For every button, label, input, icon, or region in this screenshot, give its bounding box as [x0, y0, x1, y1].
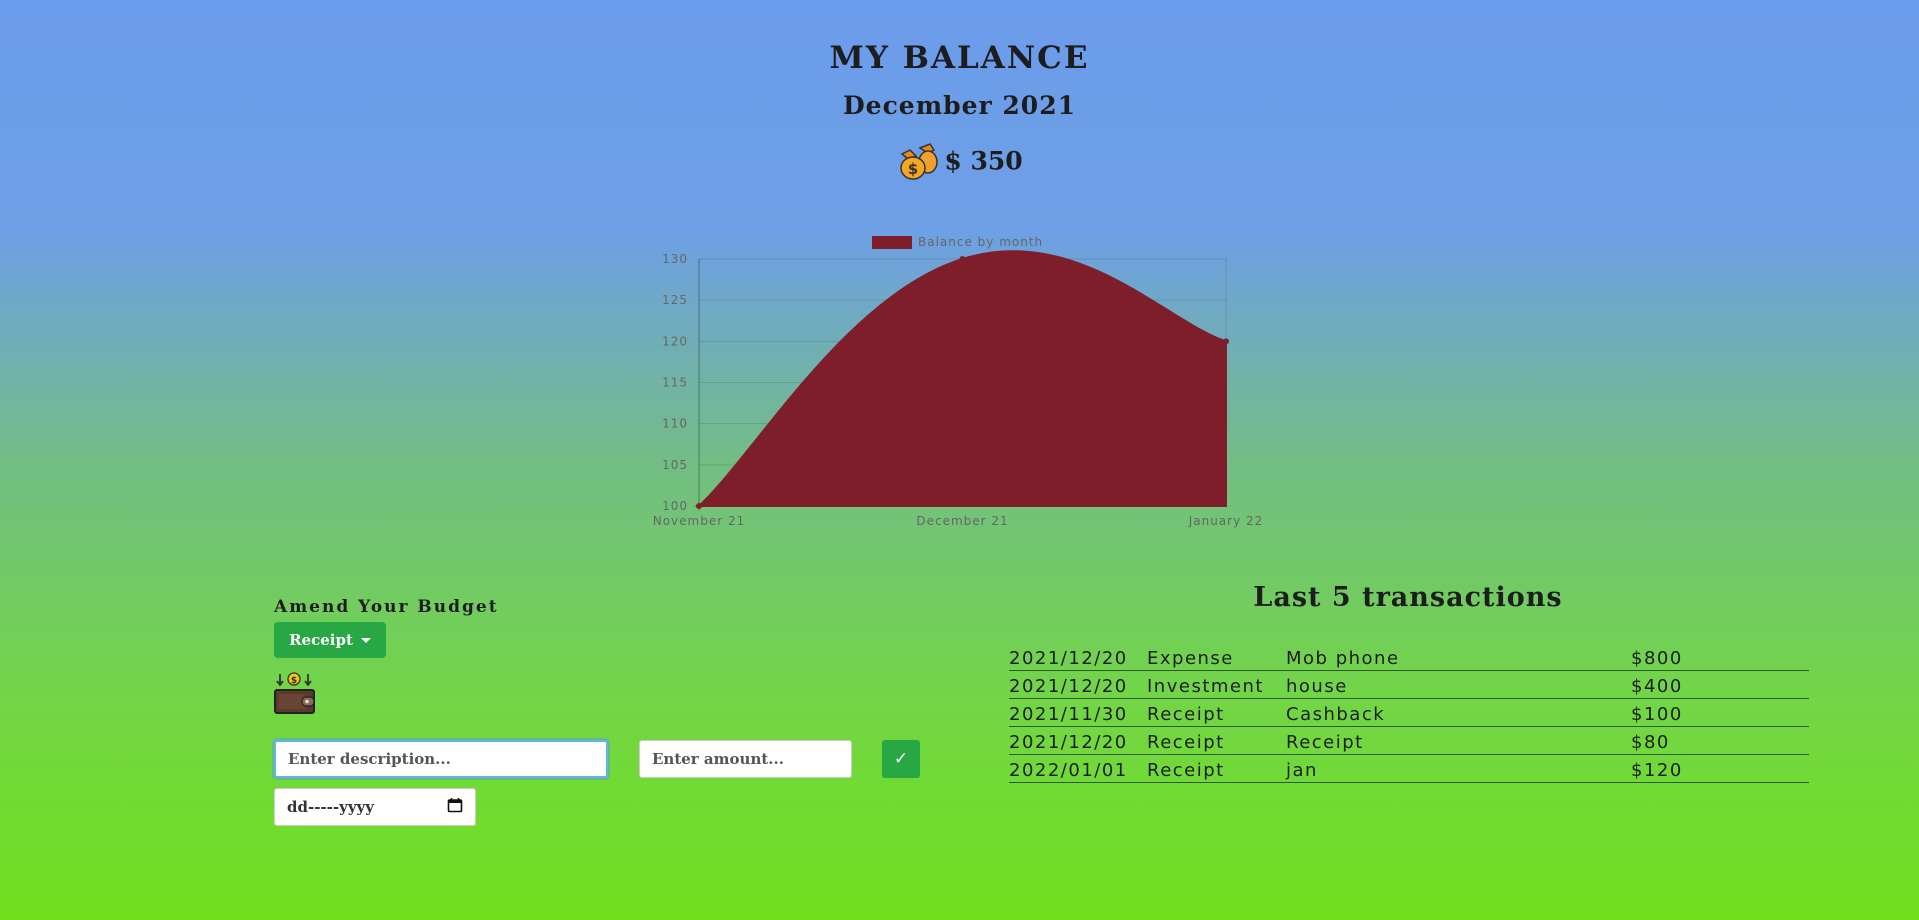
date-placeholder: dd-----yyyy	[287, 798, 374, 816]
y-tick-label: 125	[662, 293, 688, 307]
money-bags-icon: $	[896, 140, 939, 186]
table-row: 2021/12/20 Expense Mob phone $800	[1009, 643, 1809, 671]
transaction-type-label: Receipt	[289, 631, 353, 649]
balance-amount: $ 350	[944, 146, 1023, 176]
date-input[interactable]: dd-----yyyy	[274, 788, 476, 826]
current-month: December 2021	[842, 91, 1076, 120]
tx-type: Expense	[1147, 643, 1286, 671]
transactions-title: Last 5 transactions	[1253, 582, 1563, 613]
amend-budget-title: Amend Your Budget	[274, 597, 499, 617]
x-tick-label: November 21	[653, 514, 746, 528]
tx-amount: $800	[1631, 643, 1809, 671]
tx-type: Investment	[1147, 670, 1286, 699]
series-area	[696, 250, 1227, 507]
tx-date: 2022/01/01	[1009, 754, 1147, 783]
tx-description: Cashback	[1286, 698, 1631, 727]
y-tick-label: 115	[662, 376, 688, 390]
tx-description: Mob phone	[1286, 643, 1631, 671]
amount-input[interactable]	[639, 740, 852, 778]
tx-amount: $100	[1631, 698, 1809, 727]
table-row: 2022/01/01 Receipt jan $120	[1009, 754, 1809, 783]
y-tick-label: 120	[662, 334, 688, 348]
table-row: 2021/12/20 Receipt Receipt $80	[1009, 726, 1809, 755]
tx-type: Receipt	[1147, 754, 1286, 783]
x-tick-label: December 21	[916, 514, 1008, 528]
tx-description: house	[1286, 670, 1631, 699]
y-tick-label: 105	[662, 458, 688, 472]
data-point	[696, 503, 702, 509]
data-point	[959, 256, 966, 262]
legend-swatch	[872, 236, 912, 249]
y-tick-label: 100	[662, 499, 688, 513]
transaction-type-dropdown[interactable]: Receipt	[274, 622, 386, 658]
x-tick-label: January 22	[1188, 514, 1264, 528]
transactions-table: 2021/12/20 Expense Mob phone $800 2021/1…	[1009, 643, 1809, 783]
balance-display: $ $ 350	[0, 140, 1919, 186]
tx-date: 2021/12/20	[1009, 726, 1147, 755]
table-row: 2021/12/20 Investment house $400	[1009, 670, 1809, 699]
tx-date: 2021/12/20	[1009, 670, 1147, 699]
page-title: MY BALANCE	[829, 40, 1090, 76]
tx-amount: $80	[1631, 726, 1809, 755]
tx-type: Receipt	[1147, 726, 1286, 755]
data-point	[1223, 338, 1229, 345]
tx-amount: $400	[1631, 670, 1809, 699]
svg-text:$: $	[291, 676, 297, 686]
balance-chart: Balance by month 100 105 110 115 120 125 130 No…	[653, 235, 1264, 528]
tx-amount: $120	[1631, 754, 1809, 783]
description-input[interactable]	[274, 740, 608, 778]
tx-type: Receipt	[1147, 698, 1286, 727]
caret-down-icon	[360, 637, 371, 643]
table-row: 2021/11/30 Receipt Cashback $100	[1009, 698, 1809, 727]
submit-button[interactable]: ✓	[882, 740, 920, 778]
tx-description: jan	[1286, 754, 1631, 783]
tx-date: 2021/11/30	[1009, 698, 1147, 727]
tx-description: Receipt	[1286, 726, 1631, 755]
calendar-icon[interactable]	[447, 797, 463, 817]
legend-label: Balance by month	[918, 235, 1043, 249]
wallet-icon: $	[274, 672, 316, 720]
y-tick-label: 110	[662, 417, 688, 431]
tx-date: 2021/12/20	[1009, 643, 1147, 671]
svg-text:$: $	[908, 160, 918, 178]
y-tick-label: 130	[662, 252, 688, 266]
